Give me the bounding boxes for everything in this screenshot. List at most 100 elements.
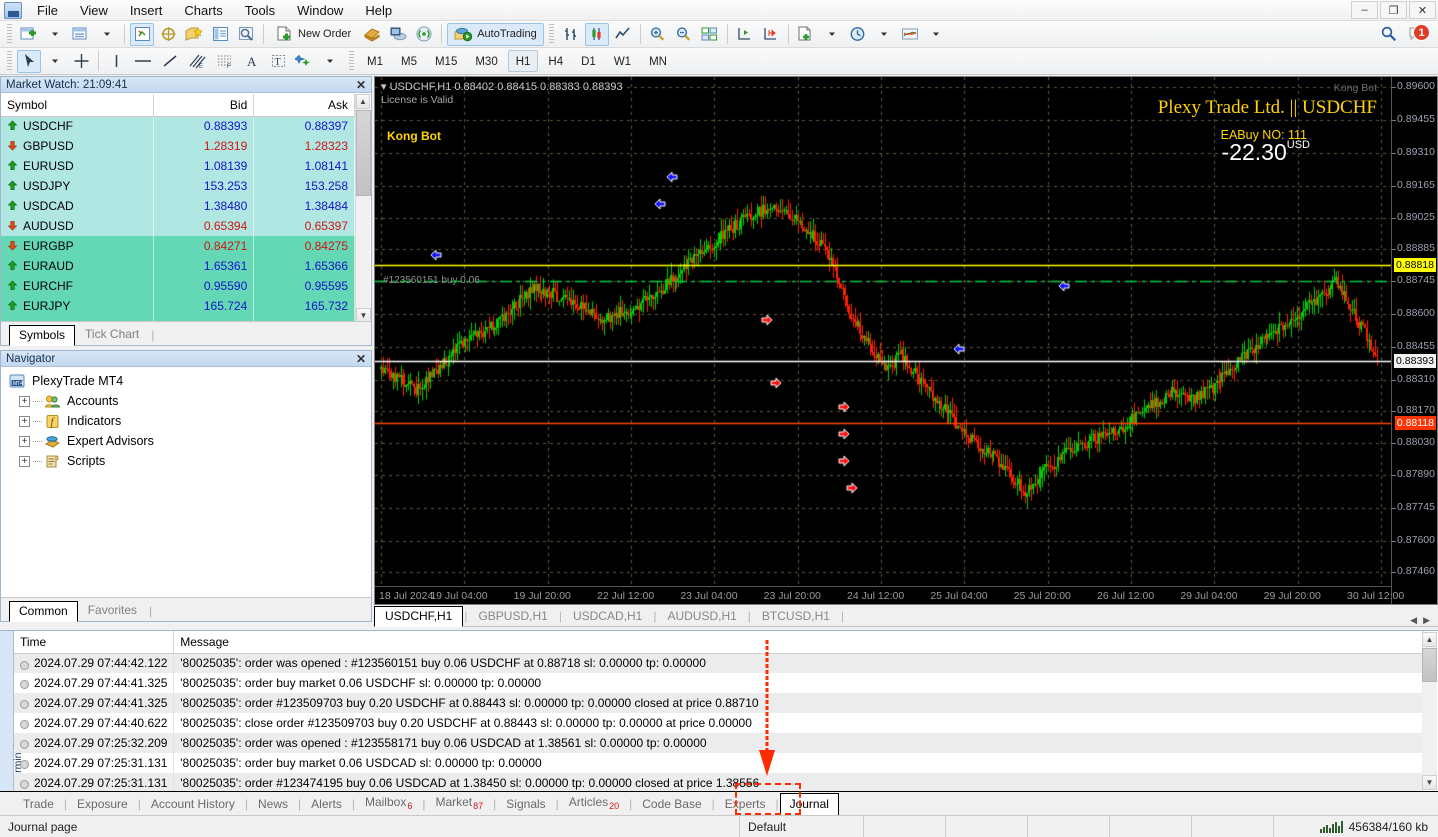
timeframe-w1[interactable]: W1: [606, 50, 639, 72]
market-watch-row[interactable]: USDJPY 153.253 153.258: [1, 176, 355, 196]
journal-row[interactable]: 2024.07.29 07:25:31.131'80025035': order…: [14, 753, 1424, 773]
timeframe-m15[interactable]: M15: [427, 50, 465, 72]
market-watch-close-icon[interactable]: ✕: [356, 78, 366, 92]
fibonacci-retracement-icon[interactable]: F: [212, 50, 238, 73]
vertical-line-icon[interactable]: [104, 50, 128, 73]
market-watch-row[interactable]: EURAUD 1.65361 1.65366: [1, 256, 355, 276]
market-watch-row[interactable]: AUDUSD 0.65394 0.65397: [1, 216, 355, 236]
text-icon[interactable]: A: [240, 50, 264, 73]
signals-icon[interactable]: [412, 23, 436, 46]
equidistant-channel-icon[interactable]: E: [184, 50, 210, 73]
zoom-out-icon[interactable]: [672, 23, 696, 46]
column-symbol[interactable]: Symbol: [1, 94, 154, 117]
crosshair-dropdown-icon[interactable]: [43, 50, 67, 73]
terminal-tab-trade[interactable]: Trade: [14, 794, 63, 815]
navigator-item-scripts[interactable]: + Scripts: [7, 451, 371, 471]
menu-item-insert[interactable]: Insert: [119, 1, 174, 20]
market-watch-icon[interactable]: [130, 22, 154, 46]
strategy-tester-icon[interactable]: [234, 23, 258, 46]
price-chart[interactable]: ▾ USDCHF,H1 0.88402 0.88415 0.88383 0.88…: [374, 76, 1438, 605]
market-watch-row[interactable]: GBPUSD 1.28319 1.28323: [1, 136, 355, 156]
navigator-item-expert-advisors[interactable]: + Expert Advisors: [7, 431, 371, 451]
journal-row[interactable]: 2024.07.29 07:44:42.122'80025035': order…: [14, 653, 1424, 673]
terminal-tab-mailbox[interactable]: Mailbox6: [356, 792, 421, 815]
text-label-icon[interactable]: T: [266, 50, 290, 73]
menu-item-tools[interactable]: Tools: [234, 1, 286, 20]
menu-item-view[interactable]: View: [69, 1, 119, 20]
market-watch-row[interactable]: USDCAD 1.38480 1.38484: [1, 196, 355, 216]
journal-row[interactable]: 2024.07.29 07:25:32.209'80025035': order…: [14, 733, 1424, 753]
mql5-community-icon[interactable]: [386, 23, 410, 46]
templates-dropdown-icon[interactable]: [924, 23, 948, 46]
market-watch-symbol[interactable]: EURUSD: [1, 156, 154, 176]
expand-icon[interactable]: +: [19, 455, 30, 467]
new-chart-dropdown-icon[interactable]: [43, 23, 67, 46]
scroll-thumb[interactable]: [356, 110, 371, 196]
market-watch-symbol[interactable]: EURGBP: [1, 236, 154, 256]
timeframe-h4[interactable]: H4: [540, 50, 571, 72]
expand-icon[interactable]: +: [19, 435, 30, 447]
terminal-tab-signals[interactable]: Signals: [497, 794, 554, 815]
scroll-up-icon[interactable]: ▲: [1422, 632, 1437, 647]
terminal-tab-code-base[interactable]: Code Base: [633, 794, 710, 815]
indicators-dropdown-icon[interactable]: [820, 23, 844, 46]
chart-tab-btcusd[interactable]: BTCUSD,H1: [752, 607, 840, 626]
tab-favorites[interactable]: Favorites: [78, 600, 147, 621]
new-chart-icon[interactable]: [17, 23, 41, 46]
chart-shift-icon[interactable]: [733, 23, 757, 46]
timeframe-grip[interactable]: [349, 51, 354, 71]
terminal-tab-alerts[interactable]: Alerts: [302, 794, 351, 815]
chart-tabs-prev-icon[interactable]: ◀: [1410, 615, 1417, 626]
price-axis[interactable]: 0.89600 0.89455 0.89310 0.89165 0.89025 0.888…: [1391, 77, 1437, 604]
menu-item-file[interactable]: File: [26, 1, 69, 20]
market-watch-symbol[interactable]: USDCAD: [1, 196, 154, 216]
chart-tab-gbpusd[interactable]: GBPUSD,H1: [468, 607, 557, 626]
scroll-up-icon[interactable]: ▲: [356, 94, 370, 109]
auto-scroll-icon[interactable]: [759, 23, 783, 46]
periods-dropdown-icon[interactable]: [872, 23, 896, 46]
journal-row[interactable]: 2024.07.29 07:44:41.325'80025035': order…: [14, 693, 1424, 713]
periods-icon[interactable]: [846, 23, 870, 46]
navigator-close-icon[interactable]: ✕: [356, 352, 366, 366]
market-watch-symbol[interactable]: EURCHF: [1, 276, 154, 296]
terminal-tab-news[interactable]: News: [249, 794, 297, 815]
timeframe-h1[interactable]: H1: [507, 50, 539, 72]
market-watch-symbol[interactable]: USDJPY: [1, 176, 154, 196]
toolbar-grip[interactable]: [548, 24, 554, 44]
market-watch-row[interactable]: EURGBP 0.84271 0.84275: [1, 236, 355, 256]
zoom-in-icon[interactable]: [646, 23, 670, 46]
market-watch-symbol[interactable]: USDCHF: [1, 116, 154, 136]
timeframe-m5[interactable]: M5: [393, 50, 425, 72]
terminal-tab-experts[interactable]: Experts: [716, 794, 775, 815]
terminal-tab-journal[interactable]: Journal: [779, 793, 839, 816]
templates-icon[interactable]: [898, 23, 922, 46]
navigator-icon[interactable]: [182, 23, 206, 46]
market-watch-row[interactable]: EURUSD 1.08139 1.08141: [1, 156, 355, 176]
market-watch-row[interactable]: EURCHF 0.95590 0.95595: [1, 276, 355, 296]
market-watch-row[interactable]: USDCHF 0.88393 0.88397: [1, 116, 355, 136]
new-order-button[interactable]: New Order: [269, 23, 358, 46]
toolbar-grip[interactable]: [7, 24, 12, 44]
journal-row[interactable]: 2024.07.29 07:44:40.622'80025035': close…: [14, 713, 1424, 733]
terminal-tab-exposure[interactable]: Exposure: [68, 794, 137, 815]
notifications-icon[interactable]: 1: [1406, 23, 1430, 45]
candlestick-chart-icon[interactable]: [584, 22, 609, 46]
market-watch-row[interactable]: EURJPY 165.724 165.732: [1, 296, 355, 316]
market-watch-scrollbar[interactable]: ▲ ▼: [355, 94, 371, 323]
column-bid[interactable]: Bid: [153, 94, 255, 117]
timeframe-m1[interactable]: M1: [359, 50, 391, 72]
navigator-item-accounts[interactable]: + Accounts: [7, 391, 371, 411]
expand-icon[interactable]: +: [19, 395, 30, 407]
timeframe-d1[interactable]: D1: [573, 50, 604, 72]
data-window-icon[interactable]: [156, 23, 180, 46]
market-watch-symbol[interactable]: AUDUSD: [1, 216, 154, 236]
expand-icon[interactable]: +: [19, 415, 30, 427]
autotrading-button[interactable]: AutoTrading: [447, 22, 544, 46]
minimize-button[interactable]: –: [1351, 1, 1378, 19]
profiles-dropdown-icon[interactable]: [95, 23, 119, 46]
journal-row[interactable]: 2024.07.29 07:44:41.325'80025035': order…: [14, 673, 1424, 693]
scroll-thumb[interactable]: [1422, 648, 1437, 682]
scroll-down-icon[interactable]: ▼: [1422, 775, 1437, 790]
tab-common[interactable]: Common: [9, 601, 78, 622]
terminal-tab-market[interactable]: Market87: [426, 792, 492, 815]
